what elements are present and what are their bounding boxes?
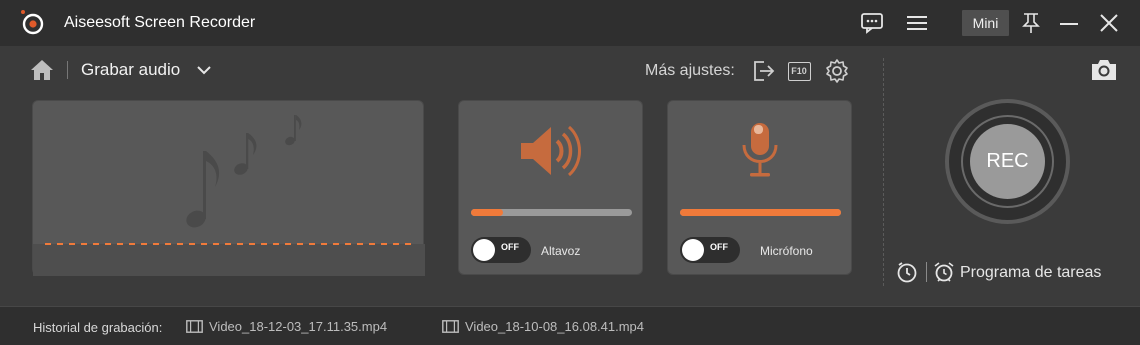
speaker-panel: OFF Altavoz (458, 100, 643, 275)
fps-icon[interactable]: F10 (786, 58, 812, 84)
film-icon (186, 320, 203, 333)
toggle-knob (682, 239, 704, 261)
history-file-item[interactable]: Video_18-12-03_17.11.35.mp4 (186, 319, 387, 334)
mode-selector[interactable]: Grabar audio (81, 60, 180, 80)
app-title: Aiseesoft Screen Recorder (64, 14, 256, 31)
mini-mode-button[interactable]: Mini (962, 10, 1009, 36)
audio-visualizer-panel (32, 100, 425, 276)
recording-history-bar: Historial de grabación: Video_18-12-03_1… (0, 306, 1140, 345)
microphone-toggle[interactable]: OFF (680, 237, 740, 263)
toggle-knob (473, 239, 495, 261)
task-schedule-link[interactable]: Programa de tareas (960, 264, 1101, 282)
pin-icon[interactable] (1019, 10, 1043, 36)
feedback-icon[interactable] (858, 10, 886, 36)
menu-icon[interactable] (904, 10, 930, 36)
more-settings-label: Más ajustes: (645, 62, 735, 79)
toolbar-separator (67, 61, 68, 79)
app-window: Aiseesoft Screen Recorder Mini Grabar au… (0, 0, 1140, 345)
microphone-panel: OFF Micrófono (667, 100, 852, 275)
microphone-volume-fill (680, 209, 841, 216)
speaker-icon (521, 125, 581, 177)
microphone-icon (742, 123, 778, 177)
close-icon[interactable] (1097, 10, 1121, 36)
rec-button-frame: REC (945, 99, 1070, 224)
history-file-name: Video_18-12-03_17.11.35.mp4 (209, 319, 388, 334)
title-bar: Aiseesoft Screen Recorder Mini (0, 0, 1140, 46)
microphone-volume-slider[interactable] (680, 209, 841, 216)
minimize-icon[interactable] (1057, 10, 1081, 36)
app-logo-icon (21, 10, 44, 35)
history-label: Historial de grabación: (33, 320, 163, 335)
export-icon[interactable] (750, 58, 776, 84)
rec-button[interactable]: REC (970, 124, 1045, 199)
timer-icon[interactable] (896, 261, 918, 283)
music-notes-icon (33, 115, 425, 276)
speaker-toggle-state: OFF (501, 242, 519, 252)
microphone-toggle-state: OFF (710, 242, 728, 252)
speaker-volume-fill (471, 209, 504, 216)
schedule-separator (926, 262, 927, 282)
screenshot-camera-icon[interactable] (1089, 56, 1119, 84)
history-file-name: Video_18-10-08_16.08.41.mp4 (465, 319, 645, 334)
microphone-label: Micrófono (760, 244, 813, 258)
fps-icon-text: F10 (787, 61, 811, 81)
speaker-toggle[interactable]: OFF (471, 237, 531, 263)
history-file-item[interactable]: Video_18-10-08_16.08.41.mp4 (442, 319, 644, 334)
speaker-label: Altavoz (541, 244, 581, 258)
alarm-clock-icon[interactable] (933, 261, 955, 283)
gear-icon[interactable] (824, 58, 850, 84)
speaker-volume-slider[interactable] (471, 209, 632, 216)
section-divider (883, 58, 884, 286)
home-icon[interactable] (30, 58, 54, 82)
film-icon (442, 320, 459, 333)
chevron-down-icon[interactable] (196, 63, 212, 77)
